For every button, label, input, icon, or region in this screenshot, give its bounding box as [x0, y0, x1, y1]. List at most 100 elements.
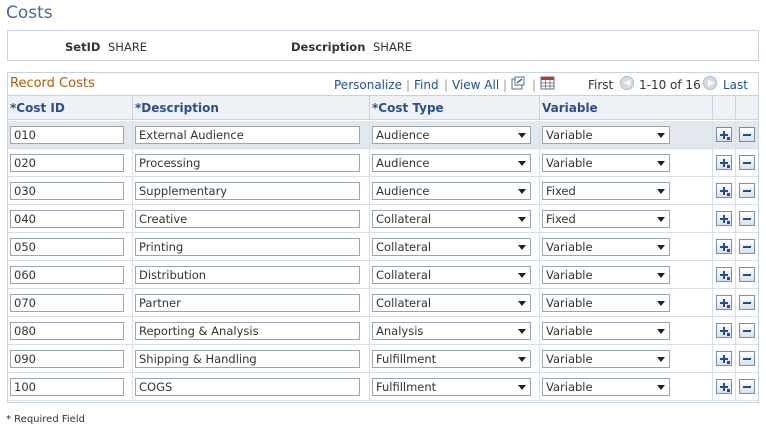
cell-delete [736, 121, 758, 148]
delete-row-button[interactable] [739, 323, 755, 338]
cell-delete [736, 177, 758, 204]
delete-row-button[interactable] [739, 295, 755, 310]
chevron-down-icon [518, 217, 526, 222]
description-input[interactable]: Creative [135, 210, 360, 228]
description-input[interactable]: COGS [135, 378, 360, 396]
cost-type-select[interactable]: Analysis [372, 322, 531, 340]
cost-type-select[interactable]: Collateral [372, 238, 531, 256]
variable-select[interactable]: Fixed [542, 210, 670, 228]
cost-id-input[interactable]: 070 [10, 294, 124, 312]
new-window-icon[interactable] [511, 76, 525, 90]
cell-description: Reporting & Analysis [133, 317, 370, 344]
cell-description: Processing [133, 149, 370, 176]
cell-delete [736, 205, 758, 232]
description-input[interactable]: Partner [135, 294, 360, 312]
variable-select[interactable]: Fixed [542, 182, 670, 200]
chevron-down-icon [518, 273, 526, 278]
find-link[interactable]: Find [414, 78, 439, 92]
column-header-cost-id[interactable]: *Cost ID [8, 96, 133, 120]
cost-id-input[interactable]: 060 [10, 266, 124, 284]
separator: | [532, 78, 537, 92]
variable-select[interactable]: Variable [542, 238, 670, 256]
description-input[interactable]: Distribution [135, 266, 360, 284]
cost-type-select[interactable]: Fulfillment [372, 378, 531, 396]
description-input[interactable]: Supplementary [135, 182, 360, 200]
cell-cost-type: Audience [370, 121, 540, 148]
add-row-button[interactable] [716, 323, 732, 338]
cost-id-input[interactable]: 010 [10, 126, 124, 144]
variable-select[interactable]: Variable [542, 294, 670, 312]
download-spreadsheet-icon[interactable] [540, 75, 556, 91]
cost-type-select[interactable]: Audience [372, 154, 531, 172]
delete-row-button[interactable] [739, 267, 755, 282]
cost-id-input[interactable]: 050 [10, 238, 124, 256]
add-row-button[interactable] [716, 239, 732, 254]
delete-row-button[interactable] [739, 155, 755, 170]
column-header-variable[interactable]: Variable [540, 96, 713, 120]
variable-value: Variable [546, 352, 593, 366]
cost-type-select[interactable]: Collateral [372, 294, 531, 312]
cost-type-select[interactable]: Audience [372, 126, 531, 144]
variable-select[interactable]: Variable [542, 126, 670, 144]
add-row-button[interactable] [716, 127, 732, 142]
variable-select[interactable]: Variable [542, 378, 670, 396]
table-row: 100 COGS Fulfillment Variable [8, 373, 758, 401]
cost-type-select[interactable]: Collateral [372, 210, 531, 228]
variable-value: Variable [546, 296, 593, 310]
delete-row-button[interactable] [739, 379, 755, 394]
add-row-button[interactable] [716, 211, 732, 226]
cell-cost-id: 040 [8, 205, 133, 232]
add-row-button[interactable] [716, 379, 732, 394]
cost-type-value: Audience [376, 184, 430, 198]
cost-id-input[interactable]: 020 [10, 154, 124, 172]
delete-row-button[interactable] [739, 239, 755, 254]
column-header-description[interactable]: *Description [133, 96, 370, 120]
column-header-cost-type[interactable]: *Cost Type [370, 96, 540, 120]
chevron-down-icon [518, 161, 526, 166]
grid-navigation-bar: Record Costs Personalize | Find | View A… [8, 73, 758, 95]
delete-row-button[interactable] [739, 183, 755, 198]
next-arrow-icon[interactable]: ▶ [703, 76, 717, 90]
add-row-button[interactable] [716, 351, 732, 366]
cell-cost-id: 080 [8, 317, 133, 344]
cell-description: COGS [133, 373, 370, 400]
cell-variable: Variable [540, 261, 713, 288]
cost-id-input[interactable]: 040 [10, 210, 124, 228]
variable-select[interactable]: Variable [542, 154, 670, 172]
cell-variable: Variable [540, 149, 713, 176]
view-all-link[interactable]: View All [452, 78, 499, 92]
description-input[interactable]: External Audience [135, 126, 360, 144]
variable-select[interactable]: Variable [542, 350, 670, 368]
cost-type-select[interactable]: Fulfillment [372, 350, 531, 368]
add-row-button[interactable] [716, 155, 732, 170]
description-input[interactable]: Reporting & Analysis [135, 322, 360, 340]
add-row-button[interactable] [716, 295, 732, 310]
delete-row-button[interactable] [739, 127, 755, 142]
last-link[interactable]: Last [723, 78, 748, 92]
description-input[interactable]: Shipping & Handling [135, 350, 360, 368]
cell-delete [736, 233, 758, 260]
previous-arrow-icon[interactable]: ◀ [620, 76, 634, 90]
cost-id-input[interactable]: 100 [10, 378, 124, 396]
setid-label: SetID [65, 40, 101, 54]
cell-variable: Variable [540, 121, 713, 148]
cost-type-select[interactable]: Audience [372, 182, 531, 200]
cost-id-input[interactable]: 090 [10, 350, 124, 368]
personalize-link[interactable]: Personalize [334, 78, 402, 92]
description-input[interactable]: Printing [135, 238, 360, 256]
cost-type-select[interactable]: Collateral [372, 266, 531, 284]
description-input[interactable]: Processing [135, 154, 360, 172]
add-row-button[interactable] [716, 267, 732, 282]
variable-select[interactable]: Variable [542, 322, 670, 340]
chevron-down-icon [518, 385, 526, 390]
cell-cost-id: 060 [8, 261, 133, 288]
add-row-button[interactable] [716, 183, 732, 198]
variable-select[interactable]: Variable [542, 266, 670, 284]
cell-variable: Fixed [540, 205, 713, 232]
cost-id-input[interactable]: 080 [10, 322, 124, 340]
chevron-down-icon [518, 133, 526, 138]
delete-row-button[interactable] [739, 211, 755, 226]
chevron-down-icon [657, 273, 665, 278]
delete-row-button[interactable] [739, 351, 755, 366]
cost-id-input[interactable]: 030 [10, 182, 124, 200]
